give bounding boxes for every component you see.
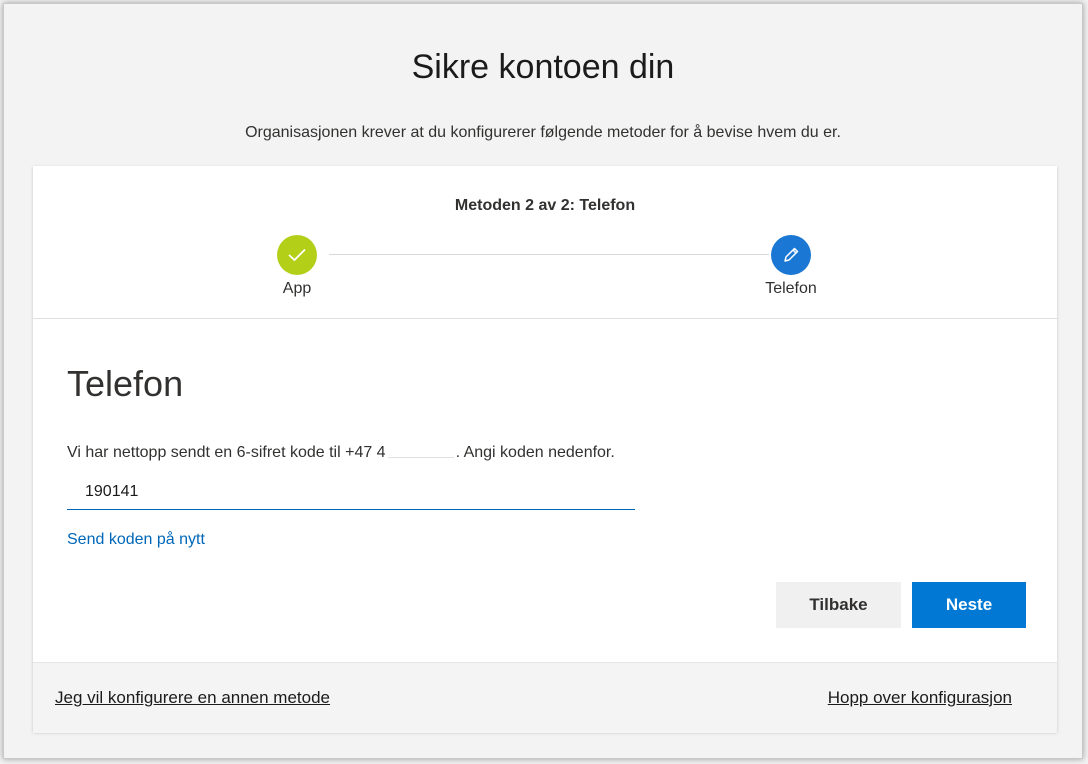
step-connector-line xyxy=(329,254,769,255)
checkmark-icon xyxy=(288,248,306,262)
skip-configuration-link[interactable]: Hopp over konfigurasjon xyxy=(828,688,1012,708)
instruction-prefix: Vi har nettopp sendt en 6-sifret kode ti… xyxy=(67,444,386,461)
card-footer: Jeg vil konfigurere en annen metode Hopp… xyxy=(33,662,1057,733)
progress-label: Metoden 2 av 2: Telefon xyxy=(454,197,636,214)
page-title: Sikre kontoen din xyxy=(411,48,675,86)
section-title: Telefon xyxy=(67,363,184,404)
setup-card: Metoden 2 av 2: Telefon App Telefon Tele… xyxy=(33,166,1057,733)
verification-code-input[interactable] xyxy=(67,474,635,510)
window-frame: Sikre kontoen din Organisasjonen krever … xyxy=(3,3,1083,759)
step-phone-indicator xyxy=(771,235,811,275)
resend-code-link[interactable]: Send koden på nytt xyxy=(67,531,205,549)
masked-phone-number xyxy=(387,448,454,458)
instruction-text: Vi har nettopp sendt en 6-sifret kode ti… xyxy=(67,444,615,462)
next-button[interactable]: Neste xyxy=(912,582,1026,628)
step-app-indicator xyxy=(277,235,317,275)
step-phone-label: Telefon xyxy=(765,280,817,297)
back-button[interactable]: Tilbake xyxy=(776,582,901,628)
configure-other-method-link[interactable]: Jeg vil konfigurere en annen metode xyxy=(55,688,330,708)
instruction-suffix: . Angi koden nedenfor. xyxy=(455,444,615,461)
progress-header: Metoden 2 av 2: Telefon App Telefon xyxy=(33,166,1057,319)
page-subtitle: Organisasjonen krever at du konfigurerer… xyxy=(245,124,841,141)
pencil-icon xyxy=(784,247,799,262)
step-app-label: App xyxy=(282,280,312,297)
